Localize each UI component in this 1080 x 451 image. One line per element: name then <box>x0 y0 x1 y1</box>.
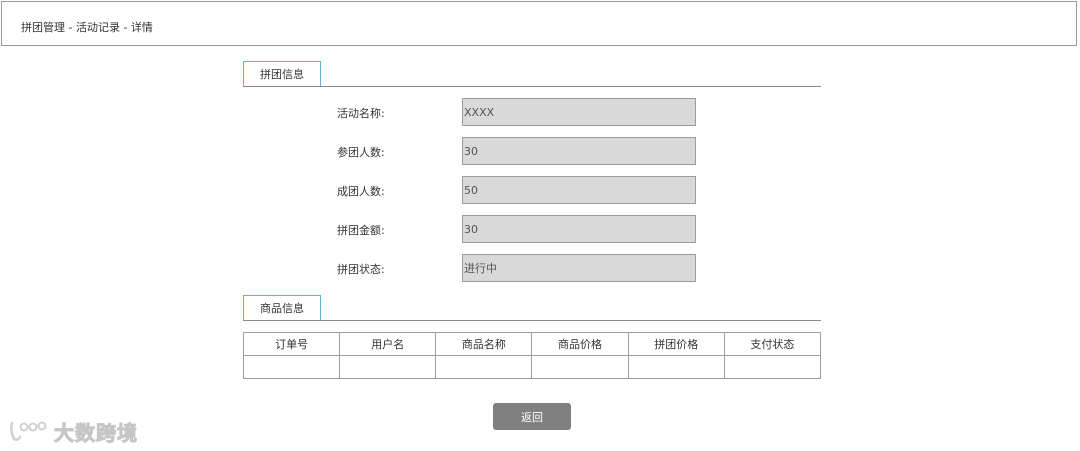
label-group-amount: 拼团金额: <box>337 224 385 237</box>
column-header-product-name: 商品名称 <box>435 332 533 356</box>
table-cell <box>531 355 629 379</box>
column-header-order-no: 订单号 <box>242 332 341 356</box>
label-group-size: 成团人数: <box>337 185 385 198</box>
section-divider <box>243 320 821 321</box>
activity-name-field[interactable]: XXXX <box>462 98 696 126</box>
label-group-status: 拼团状态: <box>337 263 385 276</box>
label-activity-name: 活动名称: <box>337 107 385 120</box>
tab-product-info[interactable]: 商品信息 <box>243 295 321 320</box>
group-status-field[interactable]: 进行中 <box>462 254 696 282</box>
table-row <box>242 355 822 379</box>
page-header: 拼团管理 - 活动记录 - 详情 <box>1 1 1077 46</box>
back-button[interactable]: 返回 <box>493 403 571 430</box>
table-cell <box>435 355 533 379</box>
table-cell <box>627 355 725 379</box>
table-cell <box>723 355 822 379</box>
column-header-payment-status: 支付状态 <box>723 332 822 356</box>
watermark: 大数跨境 <box>8 417 138 445</box>
joined-count-field[interactable]: 30 <box>462 137 696 165</box>
section-divider <box>243 86 821 87</box>
label-joined-count: 参团人数: <box>337 146 385 159</box>
watermark-text: 大数跨境 <box>54 420 138 445</box>
table-cell <box>339 355 437 379</box>
logo-icon <box>10 421 47 441</box>
column-header-product-price: 商品价格 <box>531 332 629 356</box>
column-header-group-price: 拼团价格 <box>627 332 725 356</box>
group-size-field[interactable]: 50 <box>462 176 696 204</box>
tab-group-info[interactable]: 拼团信息 <box>243 61 321 86</box>
group-amount-field[interactable]: 30 <box>462 215 696 243</box>
product-table: 订单号 用户名 商品名称 商品价格 拼团价格 支付状态 <box>242 332 822 379</box>
column-header-username: 用户名 <box>339 332 437 356</box>
breadcrumb: 拼团管理 - 活动记录 - 详情 <box>21 21 153 34</box>
table-cell <box>242 355 341 379</box>
table-header-row: 订单号 用户名 商品名称 商品价格 拼团价格 支付状态 <box>242 332 822 356</box>
